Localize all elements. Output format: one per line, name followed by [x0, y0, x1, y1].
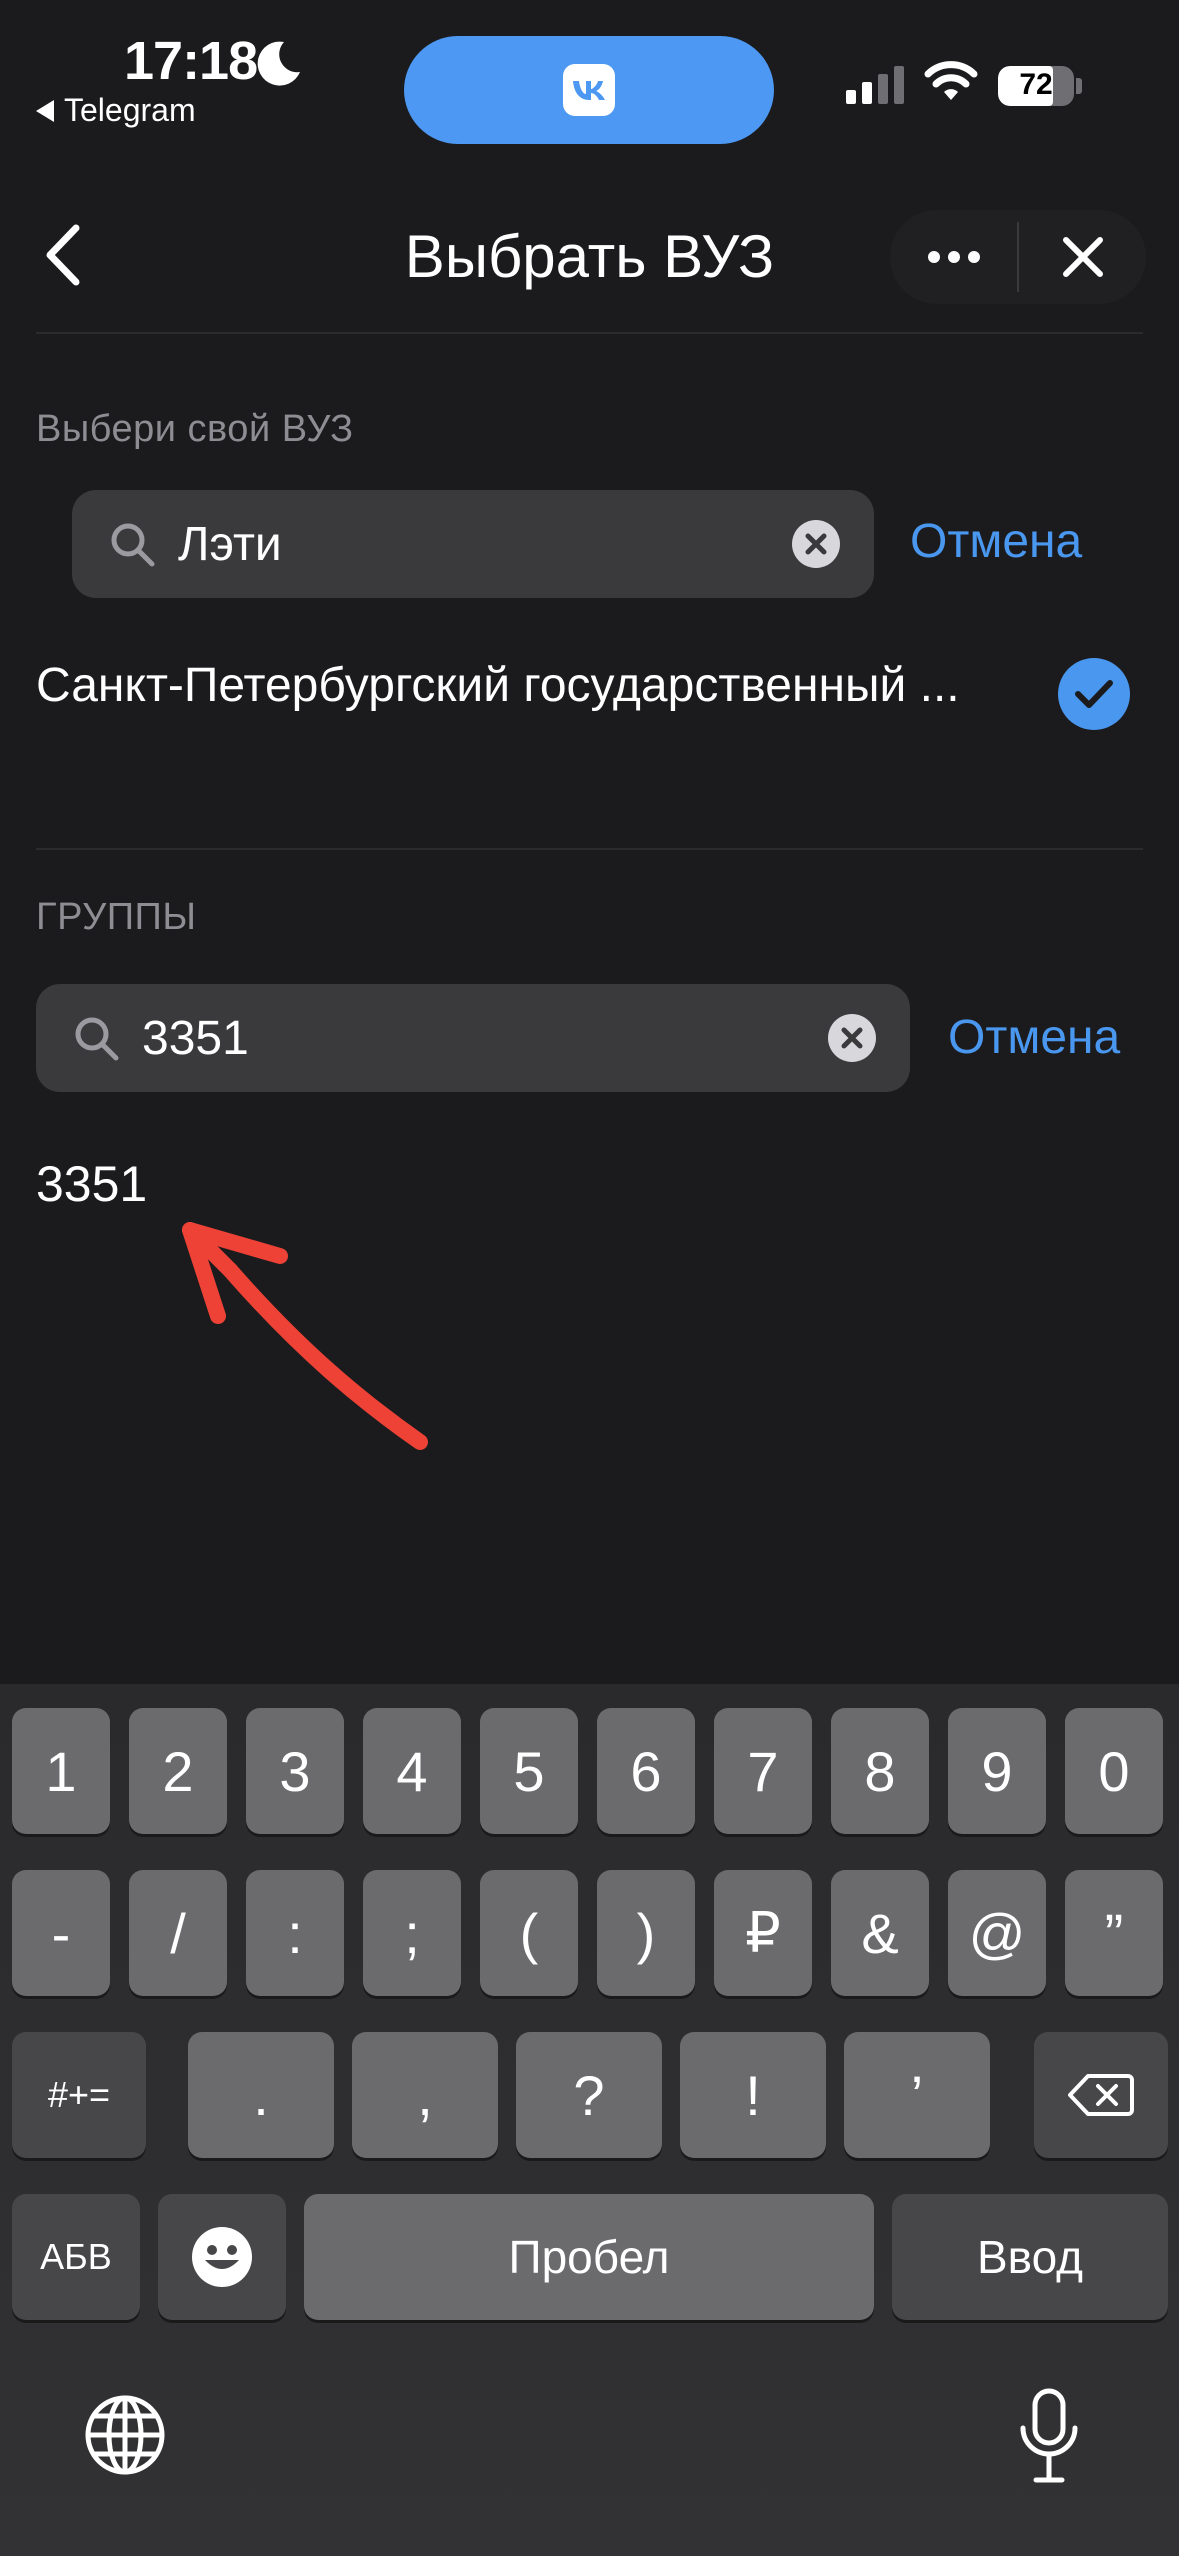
punct-key-4[interactable]: ’ — [844, 2032, 990, 2158]
back-triangle-icon — [36, 99, 54, 122]
emoji-key[interactable] — [158, 2194, 286, 2320]
group-search-value: 3351 — [142, 1011, 249, 1065]
digit-key-0[interactable]: 1 — [12, 1708, 110, 1834]
digit-key-7[interactable]: 8 — [831, 1708, 929, 1834]
backspace-key[interactable] — [1034, 2032, 1168, 2158]
moon-icon — [257, 41, 300, 86]
backspace-icon — [1068, 2074, 1134, 2116]
symbol-key-9[interactable]: ” — [1065, 1870, 1163, 1996]
selected-check-icon — [1058, 658, 1130, 730]
punct-key-0[interactable]: . — [188, 2032, 334, 2158]
enter-key[interactable]: Ввод — [892, 2194, 1168, 2320]
group-result-item[interactable]: 3351 — [36, 1155, 147, 1213]
university-search-input[interactable]: Лэти — [72, 490, 874, 598]
groups-section-label: ГРУППЫ — [36, 896, 197, 938]
search-icon — [111, 523, 155, 567]
punct-key-2[interactable]: ? — [516, 2032, 662, 2158]
symbol-key-5[interactable]: ) — [597, 1870, 695, 1996]
status-time: 17:18 — [124, 31, 258, 91]
back-app-label: Telegram — [64, 92, 196, 128]
emoji-icon — [192, 2227, 252, 2287]
digit-key-1[interactable]: 2 — [129, 1708, 227, 1834]
more-button[interactable] — [890, 210, 1017, 304]
university-cancel-button[interactable]: Отмена — [910, 514, 1082, 569]
signal-icon — [846, 66, 904, 104]
symbol-key-2[interactable]: : — [246, 1870, 344, 1996]
digit-key-6[interactable]: 7 — [714, 1708, 812, 1834]
vk-logo-icon — [563, 64, 615, 116]
alphabet-key[interactable]: АБВ — [12, 2194, 140, 2320]
wifi-icon — [924, 61, 978, 100]
symbol-key-8[interactable]: @ — [948, 1870, 1046, 1996]
header-controls — [890, 210, 1146, 304]
keyboard-mode-key[interactable]: #+= — [12, 2032, 146, 2158]
close-icon — [1062, 237, 1103, 277]
section-divider — [36, 848, 1143, 850]
microphone-icon[interactable] — [1018, 2388, 1080, 2484]
digit-key-3[interactable]: 4 — [363, 1708, 461, 1834]
symbol-key-3[interactable]: ; — [363, 1870, 461, 1996]
keyboard: 1234567890 - /:;() ₽ & @” .,?!’ #+= АБВ Проб… — [0, 1684, 1179, 2556]
university-section-label: Выбери свой ВУЗ — [36, 408, 354, 450]
globe-icon[interactable] — [84, 2394, 166, 2476]
battery-indicator: 72 — [998, 66, 1074, 106]
university-search-value: Лэти — [178, 517, 282, 571]
digit-key-8[interactable]: 9 — [948, 1708, 1046, 1834]
clear-icon[interactable] — [828, 1014, 876, 1062]
more-dots-icon — [927, 251, 980, 263]
symbol-key-4[interactable]: ( — [480, 1870, 578, 1996]
header-divider — [36, 332, 1143, 334]
symbol-key-7[interactable]: & — [831, 1870, 929, 1996]
group-search-input[interactable]: 3351 — [36, 984, 910, 1092]
symbol-key-1[interactable]: / — [129, 1870, 227, 1996]
group-cancel-button[interactable]: Отмена — [948, 1010, 1120, 1065]
clear-icon[interactable] — [792, 520, 840, 568]
battery-tip — [1076, 78, 1082, 94]
punct-key-1[interactable]: , — [352, 2032, 498, 2158]
search-icon — [75, 1017, 119, 1061]
punct-key-3[interactable]: ! — [680, 2032, 826, 2158]
digit-key-5[interactable]: 6 — [597, 1708, 695, 1834]
annotation-arrow-icon — [182, 1222, 428, 1450]
symbol-key-6[interactable]: ₽ — [714, 1870, 812, 1996]
battery-percent: 72 — [1019, 68, 1053, 101]
university-result-item[interactable]: Санкт-Петербургский государственный ... — [36, 658, 1016, 713]
space-key[interactable]: Пробел — [304, 2194, 874, 2320]
close-button[interactable] — [1019, 210, 1146, 304]
digit-key-9[interactable]: 0 — [1065, 1708, 1163, 1834]
digit-key-2[interactable]: 3 — [246, 1708, 344, 1834]
symbol-key-0[interactable]: - — [12, 1870, 110, 1996]
dynamic-island[interactable] — [404, 36, 774, 144]
back-to-telegram[interactable]: Telegram — [36, 92, 196, 129]
digit-key-4[interactable]: 5 — [480, 1708, 578, 1834]
